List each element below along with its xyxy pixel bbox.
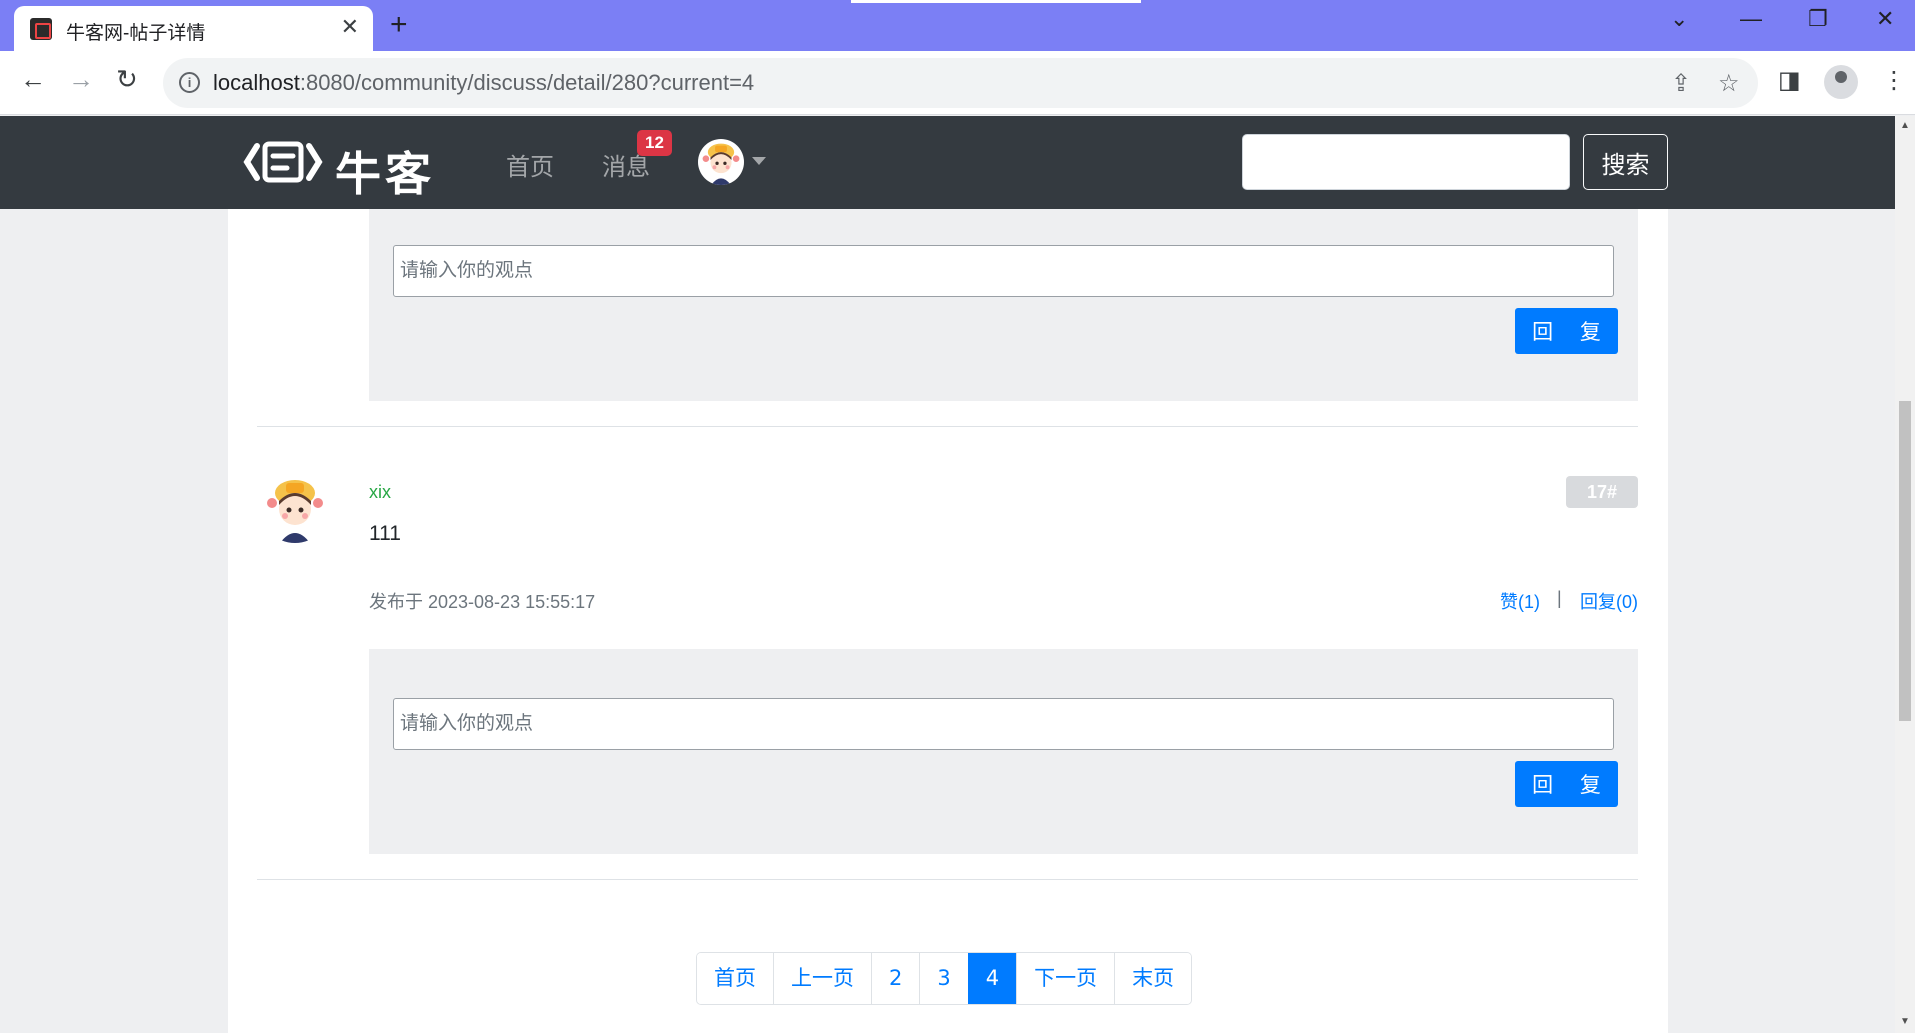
close-tab-icon[interactable]: ✕ bbox=[341, 14, 359, 40]
titlebar-accent bbox=[851, 0, 1141, 3]
side-panel-icon[interactable]: ◨ bbox=[1778, 66, 1801, 95]
share-icon[interactable]: ⇪ bbox=[1671, 69, 1691, 98]
message-count-badge: 12 bbox=[637, 130, 672, 156]
search-input[interactable] bbox=[1242, 134, 1570, 190]
reply-button[interactable]: 回 复 bbox=[1515, 308, 1618, 354]
reply-button[interactable]: 回 复 bbox=[1515, 761, 1618, 807]
pagination: 首页 上一页 2 3 4 下一页 末页 bbox=[696, 952, 1193, 1005]
page-current[interactable]: 4 bbox=[967, 953, 1017, 1004]
page-last[interactable]: 末页 bbox=[1114, 953, 1192, 1004]
reply-link[interactable]: 回复(0) bbox=[1580, 588, 1638, 614]
site-info-icon[interactable]: i bbox=[179, 72, 200, 93]
page-scrollbar[interactable]: ▲ ▼ bbox=[1895, 116, 1915, 1033]
forward-icon[interactable]: → bbox=[68, 64, 94, 95]
browser-menu-icon[interactable]: ⋮ bbox=[1882, 66, 1906, 95]
address-bar[interactable]: i localhost:8080/community/discuss/detai… bbox=[163, 58, 1758, 108]
tab-search-icon[interactable]: ⌄ bbox=[1670, 6, 1688, 32]
profile-avatar-icon[interactable] bbox=[1824, 65, 1858, 99]
comment-timestamp: 发布于 2023-08-23 15:55:17 bbox=[369, 592, 596, 612]
logo-text: 牛客 bbox=[335, 148, 435, 200]
page-prev[interactable]: 上一页 bbox=[773, 953, 871, 1004]
back-icon[interactable]: ← bbox=[20, 64, 46, 95]
site-navbar: 牛客 首页 消息 12 搜索 bbox=[0, 116, 1895, 209]
tab-title: 牛客网-帖子详情 bbox=[66, 23, 206, 44]
nav-home[interactable]: 首页 bbox=[506, 147, 554, 182]
scroll-down-icon[interactable]: ▼ bbox=[1900, 1016, 1910, 1027]
reply-box: 回 复 bbox=[369, 649, 1638, 854]
reload-icon[interactable]: ↻ bbox=[116, 64, 138, 95]
browser-titlebar: 牛客网-帖子详情 ✕ + ⌄ — ❐ ✕ bbox=[0, 0, 1915, 51]
page-next[interactable]: 下一页 bbox=[1016, 953, 1115, 1004]
floor-badge: 17# bbox=[1566, 476, 1638, 508]
search-button[interactable]: 搜索 bbox=[1583, 134, 1668, 190]
browser-tab[interactable]: 牛客网-帖子详情 ✕ bbox=[14, 6, 373, 51]
new-tab-icon[interactable]: + bbox=[390, 8, 408, 42]
browser-toolbar: ← → ↻ i localhost:8080/community/discuss… bbox=[0, 51, 1915, 115]
site-logo[interactable]: 牛客 bbox=[243, 132, 443, 200]
user-avatar[interactable] bbox=[698, 139, 744, 185]
reply-input[interactable] bbox=[393, 698, 1614, 750]
comment-username[interactable]: xix bbox=[369, 482, 391, 503]
page-number[interactable]: 2 bbox=[871, 953, 920, 1004]
url-text[interactable]: localhost:8080/community/discuss/detail/… bbox=[213, 70, 754, 96]
user-menu-caret-icon[interactable] bbox=[752, 157, 766, 165]
restore-icon[interactable]: ❐ bbox=[1808, 6, 1828, 32]
site-favicon-icon bbox=[30, 18, 52, 40]
action-separator: | bbox=[1557, 588, 1562, 608]
like-link[interactable]: 赞(1) bbox=[1500, 588, 1540, 614]
logo-icon bbox=[243, 141, 323, 183]
page-first[interactable]: 首页 bbox=[697, 953, 773, 1004]
comment-content: 111 bbox=[369, 522, 401, 545]
scroll-thumb[interactable] bbox=[1899, 401, 1911, 721]
page-viewport: 回 复 xix 17# 111 发布于 2023-08-23 15:55:17 bbox=[0, 116, 1895, 1033]
bookmark-star-icon[interactable]: ☆ bbox=[1718, 69, 1740, 98]
page-number[interactable]: 3 bbox=[919, 953, 968, 1004]
comment-divider bbox=[257, 426, 1638, 427]
close-window-icon[interactable]: ✕ bbox=[1876, 6, 1894, 32]
reply-input[interactable] bbox=[393, 245, 1614, 297]
minimize-icon[interactable]: — bbox=[1740, 6, 1762, 32]
content-container: 回 复 xix 17# 111 发布于 2023-08-23 15:55:17 bbox=[228, 116, 1668, 1033]
comment-divider bbox=[257, 879, 1638, 880]
commenter-avatar[interactable] bbox=[260, 473, 330, 543]
scroll-up-icon[interactable]: ▲ bbox=[1900, 120, 1910, 131]
